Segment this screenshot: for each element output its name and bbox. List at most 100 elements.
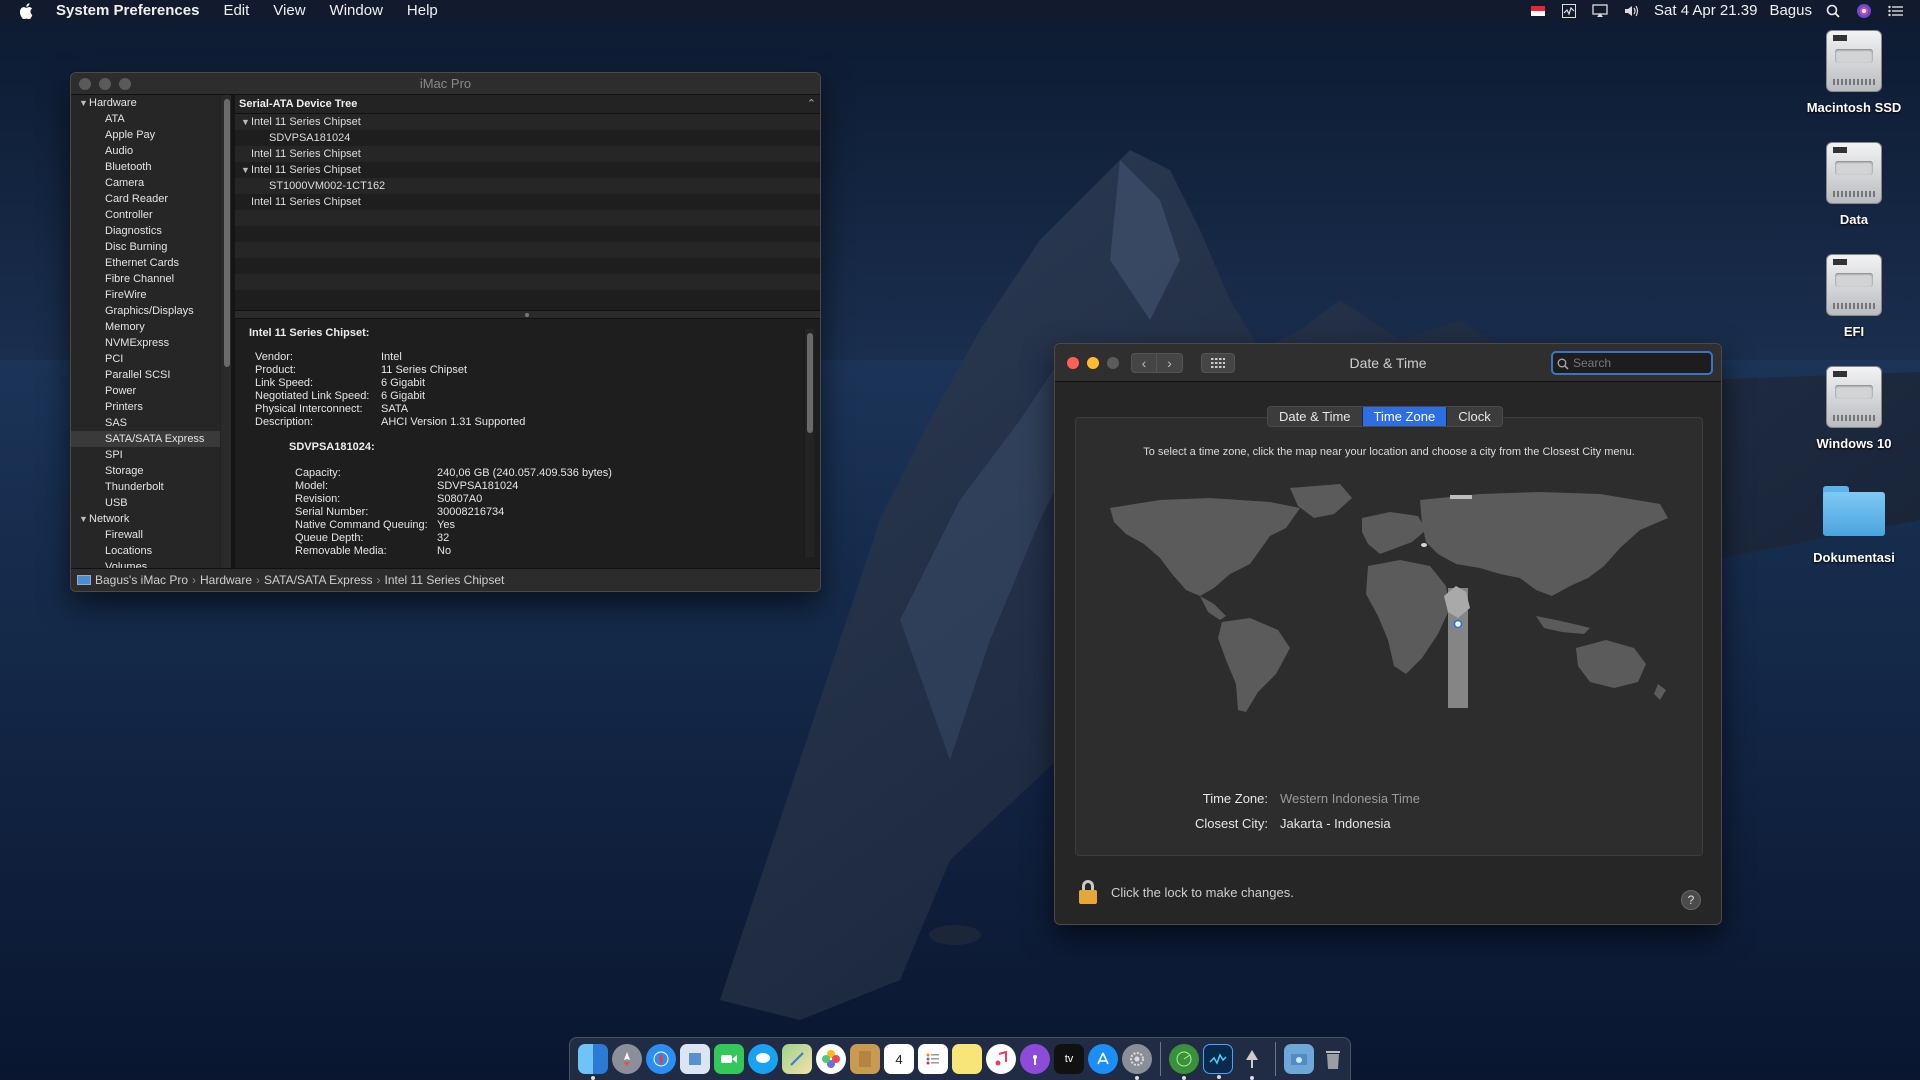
dock-maps-icon[interactable] [782,1044,812,1074]
dock-stickies-icon[interactable] [952,1044,982,1074]
path-item[interactable]: Intel 11 Series Chipset [385,573,505,587]
siri-icon[interactable] [1848,0,1880,22]
world-map[interactable] [1100,478,1680,718]
menu-help[interactable]: Help [395,0,450,22]
dock-script-editor-icon[interactable] [1237,1044,1267,1080]
desktop-icon-data[interactable]: Data [1794,142,1914,227]
dock-system-preferences-icon[interactable] [1122,1044,1152,1080]
dock-downloads-folder-icon[interactable] [1284,1044,1314,1074]
tab-date-time[interactable]: Date & Time [1268,407,1363,426]
sidebar-item-card-reader[interactable]: Card Reader [71,191,231,207]
disclosure-triangle-icon[interactable]: ▼ [241,114,251,130]
path-item[interactable]: SATA/SATA Express [264,573,372,587]
sidebar-item-bluetooth[interactable]: Bluetooth [71,159,231,175]
sidebar-item-fibre-channel[interactable]: Fibre Channel [71,271,231,287]
dock-podcasts-icon[interactable] [1020,1044,1050,1074]
sidebar-item-ethernet-cards[interactable]: Ethernet Cards [71,255,231,271]
sidebar-item-graphics-displays[interactable]: Graphics/Displays [71,303,231,319]
dock-safari-icon[interactable] [646,1044,676,1074]
disclosure-triangle-icon[interactable]: ▼ [241,162,251,178]
desktop-icon-dokumentasi[interactable]: Dokumentasi [1794,478,1914,565]
dock-preview-icon[interactable] [680,1044,710,1074]
lock-icon[interactable] [1079,880,1097,904]
sidebar-item-spi[interactable]: SPI [71,447,231,463]
desktop-icon-efi[interactable]: EFI [1794,254,1914,339]
menu-view[interactable]: View [261,0,317,22]
desktop-icon-macintosh-ssd[interactable]: Macintosh SSD [1794,30,1914,115]
sidebar-item-usb[interactable]: USB [71,495,231,511]
airplay-icon[interactable] [1584,0,1616,22]
sidebar-item-sas[interactable]: SAS [71,415,231,431]
sidebar-item-ata[interactable]: ATA [71,111,231,127]
path-item[interactable]: Bagus's iMac Pro [95,573,188,587]
sidebar-item-disc-burning[interactable]: Disc Burning [71,239,231,255]
dock-messages-icon[interactable] [748,1044,778,1074]
menu-edit[interactable]: Edit [211,0,261,22]
path-item[interactable]: Hardware [200,573,252,587]
sidebar-item-parallel-scsi[interactable]: Parallel SCSI [71,367,231,383]
sidebar-item-diagnostics[interactable]: Diagnostics [71,223,231,239]
column-header[interactable]: Serial-ATA Device Tree ⌃ [235,95,820,114]
dock-facetime-icon[interactable] [714,1044,744,1074]
sidebar-group-hardware[interactable]: ▼Hardware [71,95,231,111]
detail-scrollbar[interactable] [804,329,814,557]
disclosure-triangle-icon[interactable]: ▼ [79,511,89,527]
dock-music-icon[interactable] [986,1044,1016,1074]
sidebar-item-printers[interactable]: Printers [71,399,231,415]
tab-time-zone[interactable]: Time Zone [1362,407,1448,426]
table-row[interactable]: Intel 11 Series Chipset [235,194,820,210]
menu-app-name[interactable]: System Preferences [38,0,211,22]
dock-network-radar-icon[interactable] [1169,1044,1199,1080]
menubar-clock[interactable]: Sat 4 Apr 21.39 [1648,0,1763,22]
sidebar-item-power[interactable]: Power [71,383,231,399]
disclosure-triangle-icon[interactable]: ▼ [79,95,89,111]
desktop-icon-windows-10[interactable]: Windows 10 [1794,366,1914,451]
sidebar-item-nvmexpress[interactable]: NVMExpress [71,335,231,351]
activity-monitor-status-icon[interactable] [1554,0,1584,22]
sidebar-item-pci[interactable]: PCI [71,351,231,367]
tab-clock[interactable]: Clock [1447,407,1502,426]
sidebar-item-memory[interactable]: Memory [71,319,231,335]
sidebar-item-firewall[interactable]: Firewall [71,527,231,543]
table-row[interactable]: ST1000VM002-1CT162 [235,178,820,194]
sidebar-item-apple-pay[interactable]: Apple Pay [71,127,231,143]
table-row[interactable]: SDVPSA181024 [235,130,820,146]
help-button[interactable]: ? [1681,890,1701,910]
dock-photos-icon[interactable] [816,1044,846,1074]
datetime-titlebar[interactable]: ‹ › Date & Time Search [1055,344,1721,382]
apple-menu-icon[interactable] [16,0,38,22]
menubar-user[interactable]: Bagus [1763,0,1818,22]
dock-app-store-icon[interactable] [1088,1044,1118,1074]
split-view-handle[interactable] [235,310,820,319]
dock-launchpad-icon[interactable] [612,1044,642,1074]
table-row[interactable]: ▼Intel 11 Series Chipset [235,114,820,130]
dock-trash-icon[interactable] [1318,1044,1348,1074]
table-row[interactable]: ▼Intel 11 Series Chipset [235,162,820,178]
dock-tv-icon[interactable]: tv [1054,1044,1084,1074]
sidebar-item-controller[interactable]: Controller [71,207,231,223]
sidebar-item-volumes[interactable]: Volumes [71,559,231,568]
sidebar-item-locations[interactable]: Locations [71,543,231,559]
notification-center-icon[interactable] [1880,0,1920,22]
closest-city-select[interactable]: Jakarta - Indonesia [1280,811,1391,836]
dock-calendar-icon[interactable]: 4 [884,1044,914,1074]
search-input[interactable]: Search [1551,351,1713,375]
flag-status-icon[interactable] [1522,0,1554,22]
dock-activity-monitor-icon[interactable] [1203,1044,1233,1079]
sidebar-scrollbar[interactable] [220,95,231,568]
sidebar-item-camera[interactable]: Camera [71,175,231,191]
menu-window[interactable]: Window [318,0,395,22]
sort-chevron-icon[interactable]: ⌃ [807,95,816,114]
sidebar-item-thunderbolt[interactable]: Thunderbolt [71,479,231,495]
sidebar-group-network[interactable]: ▼Network [71,511,231,527]
sidebar-item-sata-express[interactable]: SATA/SATA Express [71,431,231,447]
dock-notes-icon[interactable] [850,1044,880,1074]
sidebar-item-audio[interactable]: Audio [71,143,231,159]
table-row[interactable]: Intel 11 Series Chipset [235,146,820,162]
volume-icon[interactable] [1616,0,1648,22]
spotlight-icon[interactable] [1818,0,1848,22]
sidebar-item-firewire[interactable]: FireWire [71,287,231,303]
dock-finder-icon[interactable] [578,1044,608,1080]
sidebar-item-storage[interactable]: Storage [71,463,231,479]
dock-reminders-icon[interactable] [918,1044,948,1074]
